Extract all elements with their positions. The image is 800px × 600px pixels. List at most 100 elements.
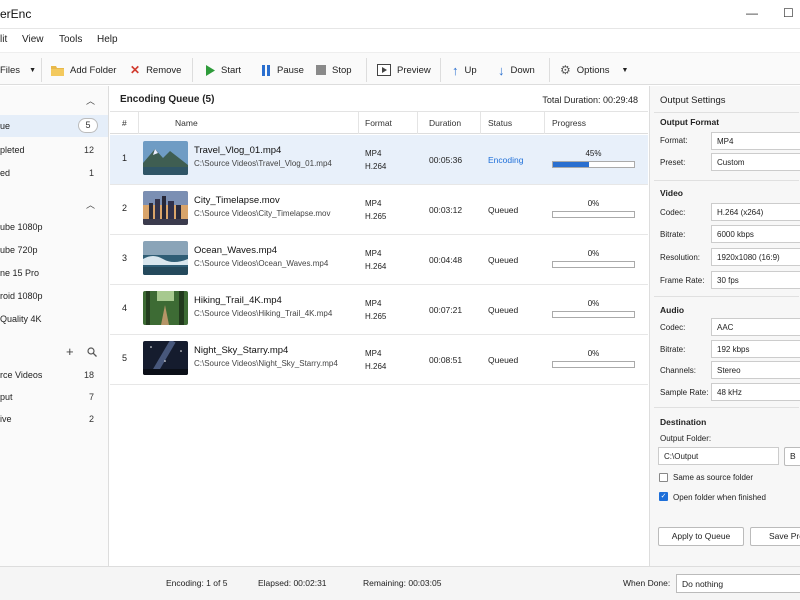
table-row[interactable]: 2 City_Timelapse.mov C:\Source Videos\Ci… xyxy=(110,185,648,235)
sidebar-item-folder[interactable]: ive 2 xyxy=(0,408,108,430)
pause-label: Pause xyxy=(277,64,304,76)
sidebar-item-preset[interactable]: ube 1080p xyxy=(0,216,108,238)
maximize-button[interactable]: ☐ xyxy=(783,6,794,20)
add-icon[interactable]: + xyxy=(66,344,74,359)
menu-help[interactable]: Help xyxy=(97,34,118,45)
audio-codec-label: Codec: xyxy=(660,323,686,332)
start-label: Start xyxy=(221,64,242,76)
options-label: Options xyxy=(576,64,610,76)
pause-icon xyxy=(262,64,270,76)
audio-codec-select[interactable]: AAC xyxy=(711,318,800,336)
sidebar-item-failed[interactable]: ed 1 xyxy=(0,162,108,184)
sidebar-item-label: roid 1080p xyxy=(0,291,43,301)
progress-percent: 0% xyxy=(587,349,600,358)
arrow-down-icon: ↓ xyxy=(498,62,505,78)
column-header-format[interactable]: Format xyxy=(365,118,392,128)
column-header-duration[interactable]: Duration xyxy=(429,118,461,128)
count-badge: 12 xyxy=(83,145,94,155)
move-down-button[interactable]: ↓ Down xyxy=(498,62,535,78)
output-folder-label: Output Folder: xyxy=(660,434,712,443)
when-done-select[interactable]: Do nothing xyxy=(676,574,800,593)
collapse-chevron-icon[interactable]: ︿ xyxy=(86,198,95,211)
column-header-row: # Name Format Duration Status Progress xyxy=(110,112,648,134)
options-button[interactable]: ⚙ Options ▼ xyxy=(560,62,628,78)
open-folder-checkbox[interactable]: ✓ xyxy=(659,492,668,501)
sidebar-item-queue[interactable]: ue 5 xyxy=(0,115,108,137)
duration: 00:07:21 xyxy=(429,305,463,315)
add-files-button[interactable]: Files ▼ xyxy=(0,62,36,78)
toolbar: Files ▼ Add Folder ✕ Remove Start Pause … xyxy=(0,52,800,85)
resolution-select[interactable]: 1920x1080 (16:9) xyxy=(711,248,800,266)
browse-button[interactable]: B xyxy=(784,447,800,466)
column-header-status[interactable]: Status xyxy=(488,118,512,128)
file-path: C:\Source Videos\Hiking_Trail_4K.mp4 xyxy=(194,309,333,318)
stop-button[interactable]: Stop xyxy=(316,62,352,78)
menu-view[interactable]: View xyxy=(22,34,44,45)
menu-tools[interactable]: Tools xyxy=(59,34,82,45)
sidebar-item-preset[interactable]: roid 1080p xyxy=(0,285,108,307)
audio-bitrate-select[interactable]: 192 kbps xyxy=(711,340,800,358)
status-text: Queued xyxy=(488,255,519,265)
pause-button[interactable]: Pause xyxy=(261,62,304,78)
column-header-progress[interactable]: Progress xyxy=(552,118,586,128)
collapse-chevron-icon[interactable]: ︿ xyxy=(86,94,95,107)
section-heading: Audio xyxy=(660,305,685,315)
channels-select[interactable]: Stereo xyxy=(711,361,800,379)
preset-select[interactable]: Custom xyxy=(711,153,800,171)
progress-percent: 0% xyxy=(587,249,600,258)
sidebar-item-folder[interactable]: put 7 xyxy=(0,386,108,408)
progress-bar xyxy=(552,161,635,168)
file-path: C:\Source Videos\Ocean_Waves.mp4 xyxy=(194,259,329,268)
container-format: MP4 xyxy=(365,149,382,158)
file-name: Travel_Vlog_01.mp4 xyxy=(194,145,282,156)
progress-fill xyxy=(553,162,590,167)
add-folder-button[interactable]: Add Folder xyxy=(51,62,116,78)
framerate-select[interactable]: 30 fps xyxy=(711,271,800,289)
remove-button[interactable]: ✕ Remove xyxy=(130,62,181,78)
video-codec: H.264 xyxy=(365,162,387,171)
open-folder-label: Open folder when finished xyxy=(673,493,766,502)
add-files-label: Files xyxy=(0,64,21,76)
sidebar-item-preset[interactable]: ube 720p xyxy=(0,239,108,261)
duration: 00:03:12 xyxy=(429,205,463,215)
toolbar-separator xyxy=(192,58,193,82)
move-up-button[interactable]: ↑ Up xyxy=(452,62,477,78)
file-path: C:\Source Videos\City_Timelapse.mov xyxy=(194,209,331,218)
format-select[interactable]: MP4 xyxy=(711,132,800,150)
video-bitrate-field[interactable]: 6000 kbps xyxy=(711,225,800,243)
samplerate-select[interactable]: 48 kHz xyxy=(711,383,800,401)
codec-label: Codec: xyxy=(660,208,686,217)
menu-edit[interactable]: lit xyxy=(0,34,7,45)
toolbar-separator xyxy=(440,58,441,82)
save-preset-button[interactable]: Save Pre xyxy=(750,527,800,546)
video-codec-select[interactable]: H.264 (x264) xyxy=(711,203,800,221)
table-row[interactable]: 3 Ocean_Waves.mp4 C:\Source Videos\Ocean… xyxy=(110,235,648,285)
output-folder-field[interactable]: C:\Output xyxy=(658,447,779,465)
start-button[interactable]: Start xyxy=(205,62,241,78)
search-icon[interactable] xyxy=(87,347,97,357)
sidebar-item-preset[interactable]: Quality 4K xyxy=(0,308,108,330)
preview-button[interactable]: Preview xyxy=(377,62,431,78)
table-row[interactable]: 4 Hiking_Trail_4K.mp4 C:\Source Videos\H… xyxy=(110,285,648,335)
column-header-name[interactable]: Name xyxy=(175,118,198,128)
video-codec: H.265 xyxy=(365,212,387,221)
sidebar-item-label: ube 1080p xyxy=(0,222,43,232)
sidebar-item-preset[interactable]: ne 15 Pro xyxy=(0,262,108,284)
column-header-number[interactable]: # xyxy=(122,118,127,128)
sidebar-item-folder[interactable]: rce Videos 18 xyxy=(0,364,108,386)
duration: 00:05:36 xyxy=(429,155,463,165)
stop-label: Stop xyxy=(332,64,352,76)
table-row[interactable]: 5 Night_Sky_Starry.mp4 C:\Source Videos\… xyxy=(110,335,648,385)
apply-to-queue-button[interactable]: Apply to Queue xyxy=(658,527,744,546)
same-as-source-checkbox[interactable] xyxy=(659,473,668,482)
sidebar-item-label: ue xyxy=(0,121,11,131)
sidebar-item-label: rce Videos xyxy=(0,370,43,380)
status-text: Queued xyxy=(488,355,519,365)
sidebar-item-completed[interactable]: pleted 12 xyxy=(0,139,108,161)
column-divider xyxy=(358,112,359,134)
progress-bar xyxy=(552,261,635,268)
table-row[interactable]: 1 Travel_Vlog_01.mp4 C:\Source Videos\Tr… xyxy=(110,135,648,185)
arrow-up-icon: ↑ xyxy=(452,62,459,78)
chevron-down-icon: ▼ xyxy=(621,66,629,74)
minimize-button[interactable]: — xyxy=(746,6,758,20)
